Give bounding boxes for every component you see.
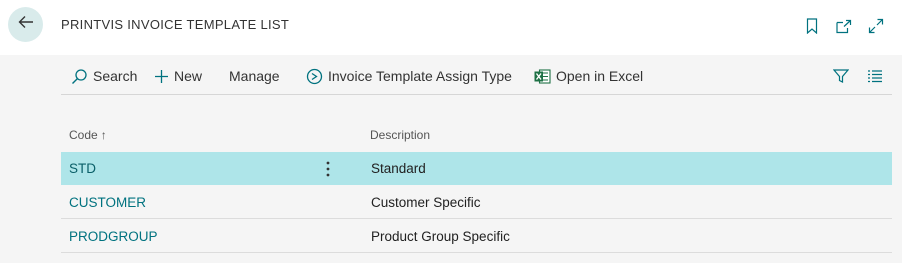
column-header-description-label: Description	[370, 128, 431, 142]
filter-icon	[833, 68, 849, 84]
table-row[interactable]: CUSTOMER Customer Specific	[61, 186, 892, 219]
table-row[interactable]: STD Standard	[61, 152, 892, 185]
page-header: PRINTVIS INVOICE TEMPLATE LIST	[0, 0, 902, 55]
column-header-description[interactable]: Description	[370, 128, 430, 142]
invoice-template-assign-type-button[interactable]: Invoice Template Assign Type	[306, 59, 512, 93]
new-label: New	[174, 68, 203, 84]
row-code[interactable]: CUSTOMER	[69, 195, 146, 210]
list-view-button[interactable]	[867, 59, 883, 93]
row-actions-icon[interactable]	[323, 160, 333, 178]
manage-menu[interactable]: Manage	[229, 59, 280, 93]
row-description: Product Group Specific	[371, 229, 510, 244]
column-header-code-label: Code	[69, 128, 98, 142]
column-header-code[interactable]: Code ↑	[69, 128, 107, 142]
back-button[interactable]	[8, 7, 43, 42]
excel-label: Open in Excel	[556, 68, 644, 84]
list-view-icon	[867, 69, 883, 83]
assign-type-label: Invoice Template Assign Type	[328, 68, 512, 84]
search-label: Search	[93, 68, 138, 84]
table-row[interactable]: PRODGROUP Product Group Specific	[61, 220, 892, 253]
expand-icon[interactable]	[867, 17, 885, 35]
new-button[interactable]: New	[154, 59, 202, 93]
open-in-excel-button[interactable]: Open in Excel	[534, 59, 643, 93]
row-code[interactable]: STD	[69, 161, 96, 176]
open-in-new-window-icon[interactable]	[834, 17, 852, 35]
bookmark-icon[interactable]	[803, 17, 821, 35]
manage-label: Manage	[229, 68, 280, 84]
arrow-left-icon	[18, 15, 34, 34]
action-bar: Search New Manage Invoice Template Assig…	[61, 59, 892, 95]
assign-type-icon	[306, 68, 323, 85]
filter-button[interactable]	[833, 59, 849, 93]
sort-ascending-icon: ↑	[100, 128, 107, 142]
plus-icon	[154, 69, 169, 84]
row-code[interactable]: PRODGROUP	[69, 229, 158, 244]
search-icon	[71, 68, 88, 85]
row-description: Standard	[371, 161, 426, 176]
row-description: Customer Specific	[371, 195, 481, 210]
search-button[interactable]: Search	[71, 59, 137, 93]
excel-icon	[534, 68, 551, 85]
page-title: PRINTVIS INVOICE TEMPLATE LIST	[61, 17, 290, 32]
